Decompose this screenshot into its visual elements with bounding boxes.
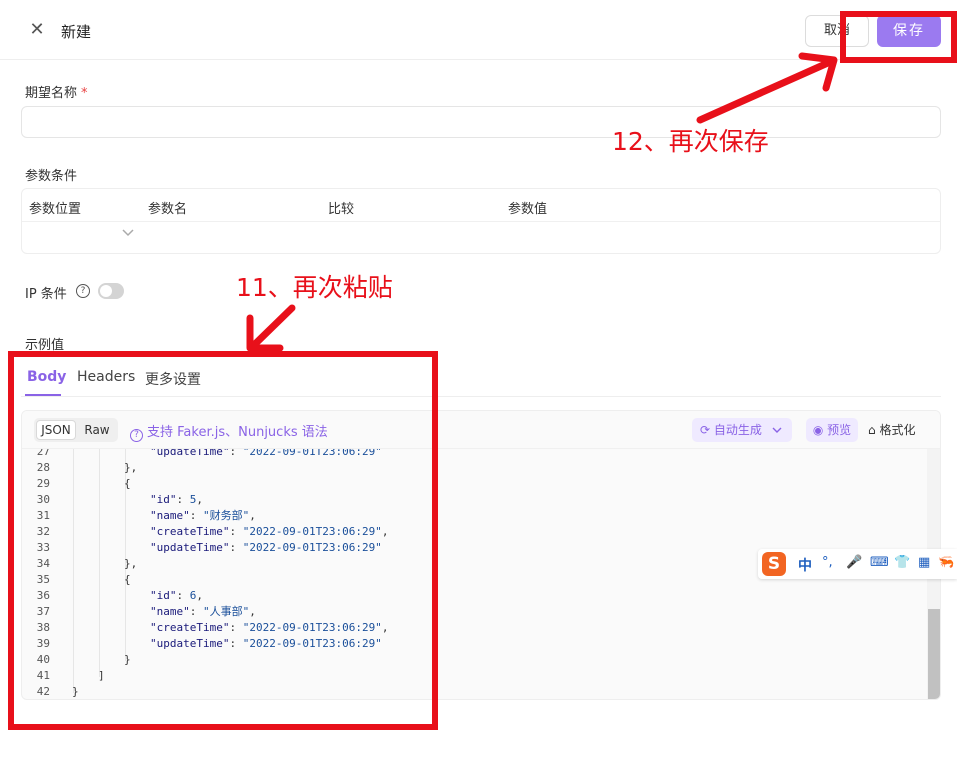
arrow-to-editor [248, 304, 296, 351]
arrow-to-save [696, 58, 834, 124]
page: ✕ 新建 取消 保存 期望名称 * 参数条件 参数位置 参数名 比较 参数值 IP… [0, 0, 957, 763]
annotation-arrows [246, 52, 838, 352]
